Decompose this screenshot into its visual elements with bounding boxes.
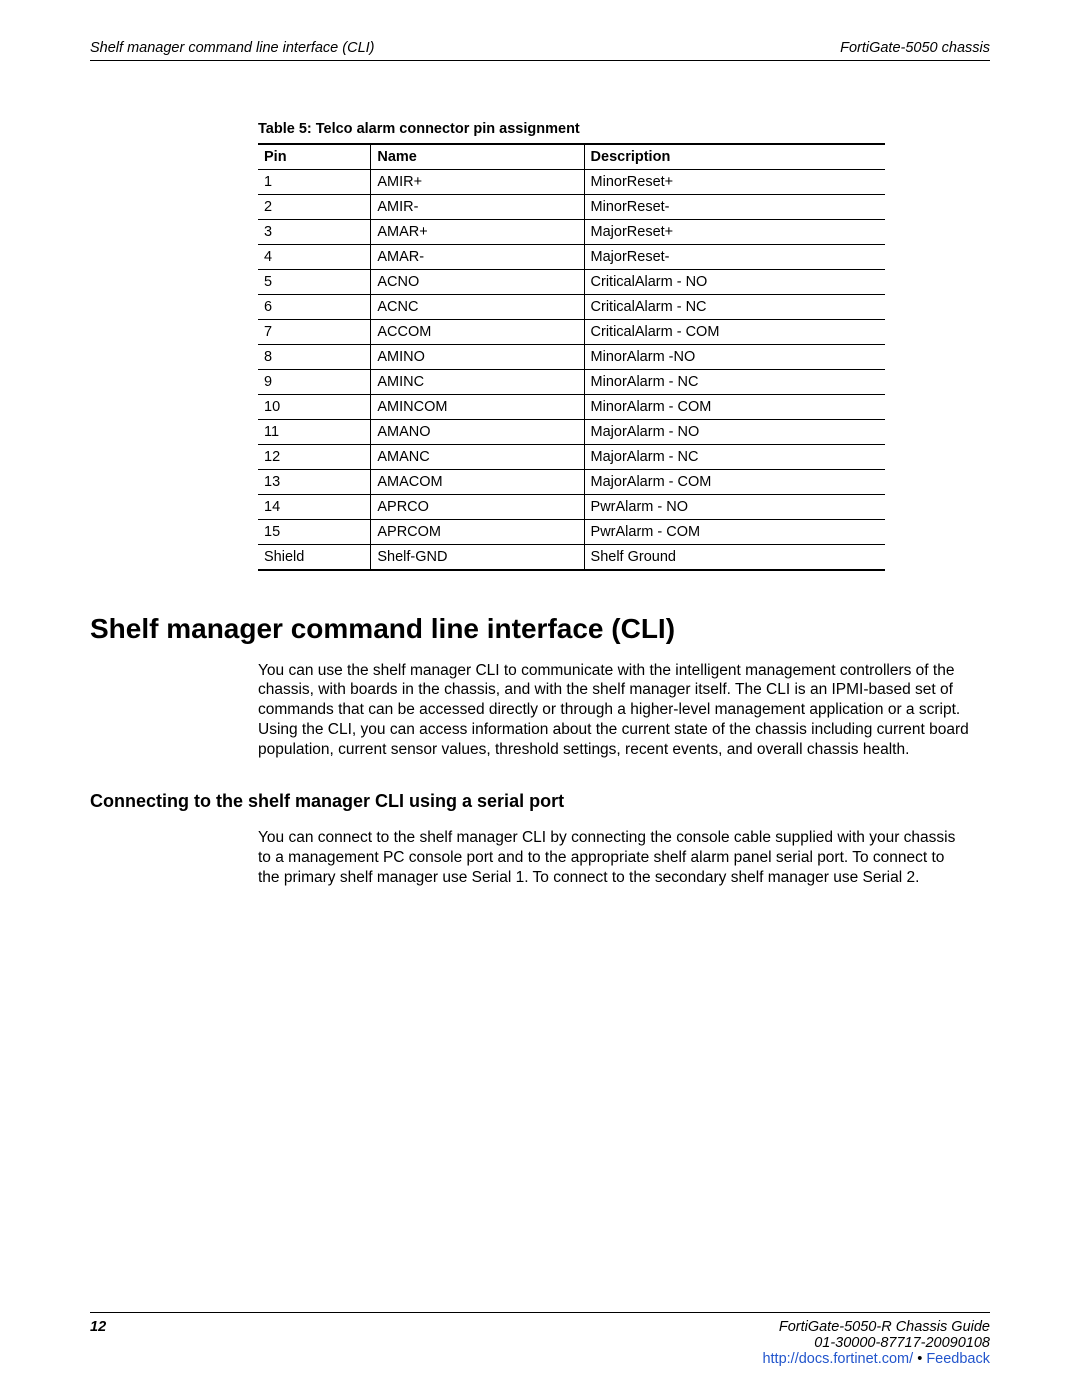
table-cell: ACNC xyxy=(371,295,584,320)
table-cell: PwrAlarm - COM xyxy=(584,520,885,545)
table-cell: ACCOM xyxy=(371,320,584,345)
subsection-heading: Connecting to the shelf manager CLI usin… xyxy=(90,790,990,813)
th-name: Name xyxy=(371,144,584,170)
footer-link-feedback[interactable]: Feedback xyxy=(926,1351,990,1367)
table-row: 1AMIR+MinorReset+ xyxy=(258,170,885,195)
header-left: Shelf manager command line interface (CL… xyxy=(90,40,375,56)
table-row: 15APRCOMPwrAlarm - COM xyxy=(258,520,885,545)
table-cell: 2 xyxy=(258,195,371,220)
table-row: 10AMINCOMMinorAlarm - COM xyxy=(258,395,885,420)
page-footer: 12 FortiGate-5050-R Chassis Guide 01-300… xyxy=(90,1312,990,1367)
table-row: 14APRCOPwrAlarm - NO xyxy=(258,495,885,520)
table-cell: 3 xyxy=(258,220,371,245)
table-cell: Shelf Ground xyxy=(584,545,885,571)
table-cell: AMAR+ xyxy=(371,220,584,245)
table-cell: AMIR+ xyxy=(371,170,584,195)
table-cell: CriticalAlarm - COM xyxy=(584,320,885,345)
table-row: 8AMINOMinorAlarm -NO xyxy=(258,345,885,370)
table-cell: 10 xyxy=(258,395,371,420)
subsection-body: You can connect to the shelf manager CLI… xyxy=(258,828,970,887)
table-cell: Shelf-GND xyxy=(371,545,584,571)
table-cell: APRCO xyxy=(371,495,584,520)
table-cell: 1 xyxy=(258,170,371,195)
table-row: 3AMAR+MajorReset+ xyxy=(258,220,885,245)
table-cell: 8 xyxy=(258,345,371,370)
table-cell: AMANO xyxy=(371,420,584,445)
table-cell: MinorAlarm -NO xyxy=(584,345,885,370)
table-row: 5ACNOCriticalAlarm - NO xyxy=(258,270,885,295)
footer-guide: FortiGate-5050-R Chassis Guide xyxy=(762,1319,990,1335)
section-body: You can use the shelf manager CLI to com… xyxy=(258,661,970,760)
table-row: 9AMINCMinorAlarm - NC xyxy=(258,370,885,395)
table-cell: AMIR- xyxy=(371,195,584,220)
footer-link-docs[interactable]: http://docs.fortinet.com/ xyxy=(762,1351,913,1367)
page-header: Shelf manager command line interface (CL… xyxy=(90,40,990,61)
table-cell: AMACOM xyxy=(371,470,584,495)
table-cell: MajorReset- xyxy=(584,245,885,270)
table-cell: MinorReset- xyxy=(584,195,885,220)
table-caption: Table 5: Telco alarm connector pin assig… xyxy=(258,121,885,137)
table-cell: 5 xyxy=(258,270,371,295)
table-row: 12AMANCMajorAlarm - NC xyxy=(258,445,885,470)
header-right: FortiGate-5050 chassis xyxy=(840,40,990,56)
table-row: 13AMACOMMajorAlarm - COM xyxy=(258,470,885,495)
table-cell: MajorAlarm - NO xyxy=(584,420,885,445)
table-cell: AMINC xyxy=(371,370,584,395)
footer-docnum: 01-30000-87717-20090108 xyxy=(762,1335,990,1351)
table-cell: AMAR- xyxy=(371,245,584,270)
table-cell: PwrAlarm - NO xyxy=(584,495,885,520)
section-para-1: You can use the shelf manager CLI to com… xyxy=(258,661,970,760)
section-heading: Shelf manager command line interface (CL… xyxy=(90,613,990,645)
th-desc: Description xyxy=(584,144,885,170)
table-cell: APRCOM xyxy=(371,520,584,545)
table-row: 7ACCOMCriticalAlarm - COM xyxy=(258,320,885,345)
table-cell: 13 xyxy=(258,470,371,495)
document-page: Shelf manager command line interface (CL… xyxy=(0,0,1080,1397)
table-cell: 12 xyxy=(258,445,371,470)
table-row: ShieldShelf-GNDShelf Ground xyxy=(258,545,885,571)
table-cell: MajorAlarm - COM xyxy=(584,470,885,495)
table-cell: MinorAlarm - NC xyxy=(584,370,885,395)
table-cell: Shield xyxy=(258,545,371,571)
table-cell: CriticalAlarm - NO xyxy=(584,270,885,295)
table-cell: 15 xyxy=(258,520,371,545)
footer-sep: • xyxy=(913,1351,926,1367)
table-cell: MajorAlarm - NC xyxy=(584,445,885,470)
table-cell: ACNO xyxy=(371,270,584,295)
pin-assignment-table: Pin Name Description 1AMIR+MinorReset+2A… xyxy=(258,143,885,571)
table-cell: CriticalAlarm - NC xyxy=(584,295,885,320)
table-cell: AMINCOM xyxy=(371,395,584,420)
table-row: 6ACNCCriticalAlarm - NC xyxy=(258,295,885,320)
page-number: 12 xyxy=(90,1319,106,1367)
table-cell: MinorReset+ xyxy=(584,170,885,195)
table-cell: 4 xyxy=(258,245,371,270)
table-cell: 6 xyxy=(258,295,371,320)
table-cell: AMANC xyxy=(371,445,584,470)
section-para-2: You can connect to the shelf manager CLI… xyxy=(258,828,970,887)
table-cell: 11 xyxy=(258,420,371,445)
table-cell: 7 xyxy=(258,320,371,345)
table-row: 11AMANOMajorAlarm - NO xyxy=(258,420,885,445)
table-row: 4AMAR-MajorReset- xyxy=(258,245,885,270)
table-cell: AMINO xyxy=(371,345,584,370)
table-header-row: Pin Name Description xyxy=(258,144,885,170)
th-pin: Pin xyxy=(258,144,371,170)
table-cell: 9 xyxy=(258,370,371,395)
table-cell: MinorAlarm - COM xyxy=(584,395,885,420)
table-cell: MajorReset+ xyxy=(584,220,885,245)
table-cell: 14 xyxy=(258,495,371,520)
table-block: Table 5: Telco alarm connector pin assig… xyxy=(258,121,885,571)
table-row: 2AMIR-MinorReset- xyxy=(258,195,885,220)
